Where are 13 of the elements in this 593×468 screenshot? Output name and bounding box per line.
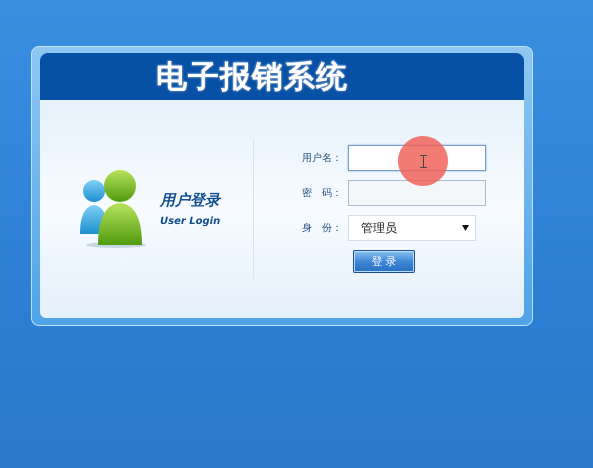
text-cursor-icon: [420, 154, 426, 168]
login-heading: 用户登录: [160, 191, 220, 210]
system-title: 电子报销系统: [156, 58, 348, 96]
login-subheading: User Login: [160, 216, 220, 227]
select-value: 管理员: [361, 220, 397, 236]
dropdown-icon: [462, 225, 469, 231]
field-label: 用户名：: [302, 152, 342, 165]
field-label: 身 份：: [302, 222, 342, 235]
login-button[interactable]: 登 录: [353, 250, 415, 273]
field-label: 密 码：: [302, 186, 342, 200]
role-select[interactable]: 管理员: [348, 215, 476, 241]
password-field[interactable]: [348, 180, 486, 206]
users-icon: [78, 169, 148, 249]
